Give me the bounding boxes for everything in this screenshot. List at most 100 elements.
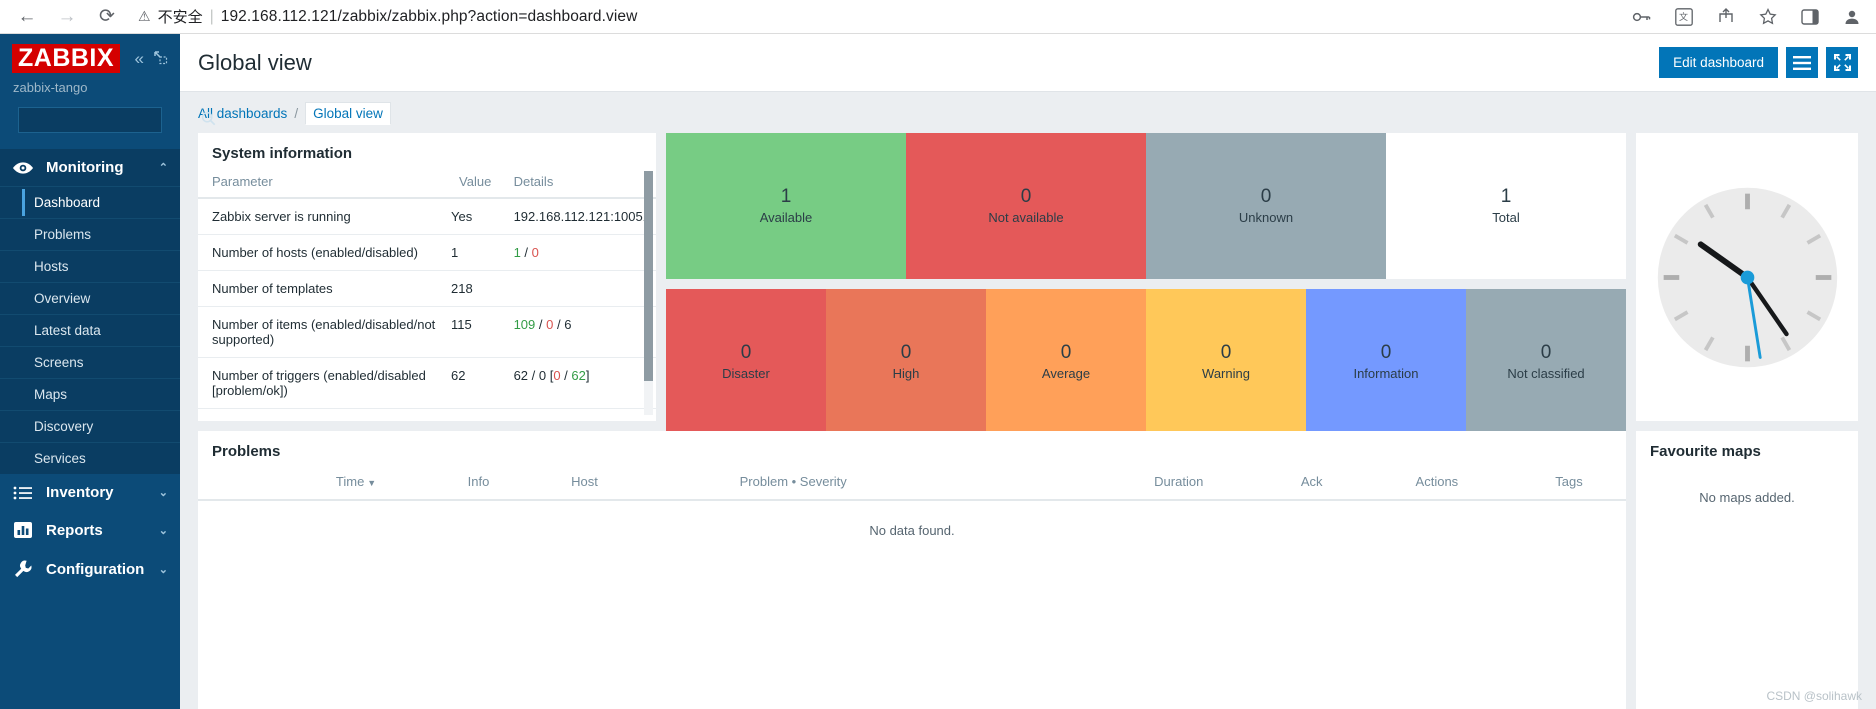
table-row: Number of users (online)2 1 [198, 408, 656, 421]
problems-header-row: Time ▼ Info Host Problem • Severity Durat… [198, 468, 1626, 501]
sidebar-item-dashboard[interactable]: Dashboard [0, 186, 180, 218]
table-row: Number of triggers (enabled/disabled [pr… [198, 357, 656, 409]
col-ack[interactable]: Ack [1261, 468, 1362, 501]
back-arrow-icon[interactable]: ← [14, 4, 40, 30]
tile-count: 0 [900, 342, 912, 364]
sidebar-item-overview[interactable]: Overview [0, 282, 180, 314]
breadcrumb-current[interactable]: Global view [305, 102, 391, 125]
tile-count: 0 [1260, 186, 1272, 208]
sidebar-group-configuration[interactable]: Configuration ⌄ [0, 549, 180, 590]
side-panel-icon[interactable] [1800, 7, 1820, 27]
double-chevron-left-icon[interactable]: « [135, 50, 144, 67]
col-duration[interactable]: Duration [1095, 468, 1262, 501]
sidebar-item-screens[interactable]: Screens [0, 346, 180, 378]
collapse-panel-icon[interactable] [153, 50, 168, 68]
system-information-body: Zabbix server is running Yes 192.168.112.1… [198, 198, 656, 421]
forward-arrow-icon[interactable]: → [54, 4, 80, 30]
edit-dashboard-button[interactable]: Edit dashboard [1659, 47, 1778, 78]
problems-table: Time ▼ Info Host Problem • Severity Durat… [198, 468, 1626, 560]
search-input[interactable] [25, 112, 201, 128]
chevron-down-icon: ⌄ [158, 563, 168, 576]
sysinfo-details-part: / [560, 368, 572, 383]
omnibox-separator: | [209, 7, 214, 25]
star-icon[interactable] [1758, 7, 1778, 27]
main-content: Global view Edit dashboard All dashboard… [180, 34, 1876, 709]
sidebar-search[interactable] [18, 107, 216, 134]
sidebar-submenu-monitoring: Dashboard Problems Hosts Overview Latest… [0, 186, 180, 475]
sysinfo-details: 109 / 0 / 6 [499, 306, 656, 358]
tile-count: 1 [780, 186, 792, 208]
translate-icon[interactable]: 文 [1674, 7, 1694, 27]
sysinfo-value: Yes [445, 198, 500, 235]
sidebar-item-discovery[interactable]: Discovery [0, 410, 180, 442]
col-host[interactable]: Host [528, 468, 641, 501]
wrench-icon [12, 559, 34, 579]
reload-icon[interactable]: ⟳ [94, 4, 120, 30]
table-row: Number of templates 218 [198, 270, 656, 307]
tile-count: 0 [1540, 342, 1552, 364]
sysinfo-details-part: 109 [513, 317, 536, 332]
tile-unknown[interactable]: 0 Unknown [1146, 133, 1386, 279]
sidebar-item-problems[interactable]: Problems [0, 218, 180, 250]
sidebar-group-monitoring[interactable]: Monitoring ⌃ [0, 149, 180, 187]
tile-count: 0 [1380, 342, 1392, 364]
problems-empty-row: No data found. [198, 500, 1626, 560]
tile-not-available[interactable]: 0 Not available [906, 133, 1146, 279]
tile-information[interactable]: 0 Information [1306, 289, 1466, 435]
sysinfo-details-part: 0 [553, 368, 561, 383]
sysinfo-details: 1 / 0 [499, 234, 656, 271]
col-time[interactable]: Time ▼ [283, 468, 429, 501]
tile-count: 0 [1020, 186, 1032, 208]
sysinfo-details-part: 192.168.112.121:10051 [513, 209, 650, 224]
col-blank [198, 468, 284, 501]
sysinfo-details-part: / [535, 317, 547, 332]
address-bar[interactable]: ⚠ 不安全 | 192.168.112.121/zabbix/zabbix.ph… [138, 4, 1618, 30]
sysinfo-details: 192.168.112.121:10051 [499, 198, 656, 235]
sidebar-item-hosts[interactable]: Hosts [0, 250, 180, 282]
sidebar-item-services[interactable]: Services [0, 442, 180, 474]
sysinfo-details-part: 1 [513, 245, 521, 260]
col-tags[interactable]: Tags [1512, 468, 1626, 501]
sidebar-item-latest-data[interactable]: Latest data [0, 314, 180, 346]
svg-text:文: 文 [1679, 11, 1688, 22]
search-icon[interactable] [201, 111, 216, 130]
sidebar-header: ZABBIX « zabbix-tango [0, 34, 216, 134]
col-problem-severity[interactable]: Problem • Severity [640, 468, 946, 501]
sysinfo-value: 1 [445, 234, 500, 271]
col-actions[interactable]: Actions [1361, 468, 1513, 501]
favourite-maps-empty-text: No maps added. [1699, 490, 1795, 505]
breadcrumb: All dashboards / Global view [180, 92, 1876, 133]
tile-average[interactable]: 0 Average [986, 289, 1146, 435]
tile-not-classified[interactable]: 0 Not classified [1466, 289, 1626, 435]
tile-warning[interactable]: 0 Warning [1146, 289, 1306, 435]
sysinfo-details: 1 [499, 408, 656, 421]
dashboard-left-column: System information Parameter Value Detai… [198, 133, 1626, 709]
tile-total[interactable]: 1 Total [1386, 133, 1626, 279]
sysinfo-details-part: / [520, 245, 532, 260]
sidebar-group-reports[interactable]: Reports ⌄ [0, 511, 180, 550]
dashboard-right-column: Favourite maps No maps added. CSDN @soli… [1636, 133, 1862, 709]
bar-chart-icon [12, 521, 34, 539]
profile-icon[interactable] [1842, 7, 1862, 27]
key-icon[interactable] [1632, 7, 1652, 27]
tile-label: Average [1041, 365, 1091, 381]
table-row: Number of items (enabled/disabled/not su… [198, 306, 656, 358]
share-icon[interactable] [1716, 7, 1736, 27]
system-information-scrollbar-thumb[interactable] [644, 171, 653, 381]
sidebar-group-label-reports: Reports [46, 521, 103, 539]
sidebar-group-inventory[interactable]: Inventory ⌄ [0, 474, 180, 512]
tile-available[interactable]: 1 Available [666, 133, 906, 279]
sidebar-group-label-configuration: Configuration [46, 560, 145, 578]
tile-disaster[interactable]: 0 Disaster [666, 289, 826, 435]
sysinfo-details-part: 0 [531, 245, 539, 260]
tile-label: High [892, 365, 920, 381]
col-info[interactable]: Info [428, 468, 529, 501]
zabbix-logo[interactable]: ZABBIX [12, 44, 121, 74]
tile-high[interactable]: 0 High [826, 289, 986, 435]
fullscreen-icon[interactable] [1826, 47, 1858, 78]
url-text: 192.168.112.121/zabbix/zabbix.php?action… [220, 7, 638, 25]
chevron-down-icon: ⌄ [158, 524, 168, 537]
hamburger-menu-icon[interactable] [1786, 47, 1818, 78]
server-name: zabbix-tango [13, 80, 88, 96]
sidebar-item-maps[interactable]: Maps [0, 378, 180, 410]
